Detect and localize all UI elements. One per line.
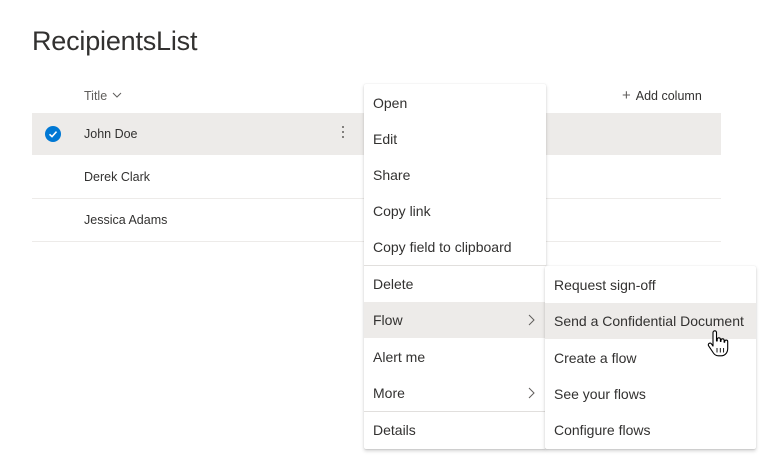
add-column-button[interactable]: + Add column [622,87,702,104]
menu-item-edit[interactable]: Edit [364,121,546,157]
context-menu: Open Edit Share Copy link Copy field to … [364,84,546,449]
chevron-right-icon [528,387,535,399]
row-title[interactable]: Jessica Adams [84,213,167,227]
menu-item-more-label: More [373,385,405,401]
chevron-right-icon [528,314,535,326]
sharepoint-list-page: RecipientsList Title + Add column John D… [0,0,764,457]
menu-item-copy-field[interactable]: Copy field to clipboard [364,229,546,265]
menu-item-flow-label: Flow [373,312,403,328]
column-header-title[interactable]: Title [84,89,123,103]
more-vertical-icon[interactable] [342,124,344,139]
submenu-item-see-flows[interactable]: See your flows [545,376,756,412]
page-title: RecipientsList [32,26,198,56]
column-header-label: Title [84,89,108,103]
menu-item-details[interactable]: Details [364,412,546,448]
menu-item-delete[interactable]: Delete [364,266,546,302]
checkmark-circle-icon[interactable] [45,126,61,142]
menu-item-flow[interactable]: Flow [364,302,546,338]
row-title[interactable]: Derek Clark [84,170,150,184]
submenu-item-configure-flows[interactable]: Configure flows [545,412,756,448]
row-title[interactable]: John Doe [84,127,138,141]
menu-item-open[interactable]: Open [364,85,546,121]
menu-item-alert-me[interactable]: Alert me [364,339,546,375]
hand-pointer-icon [707,330,729,357]
menu-item-share[interactable]: Share [364,157,546,193]
add-column-label: Add column [635,89,702,103]
chevron-down-icon [112,92,122,98]
menu-item-more[interactable]: More [364,375,546,411]
plus-icon: + [622,87,631,104]
menu-item-copy-link[interactable]: Copy link [364,193,546,229]
submenu-item-request-sign-off[interactable]: Request sign-off [545,267,756,303]
